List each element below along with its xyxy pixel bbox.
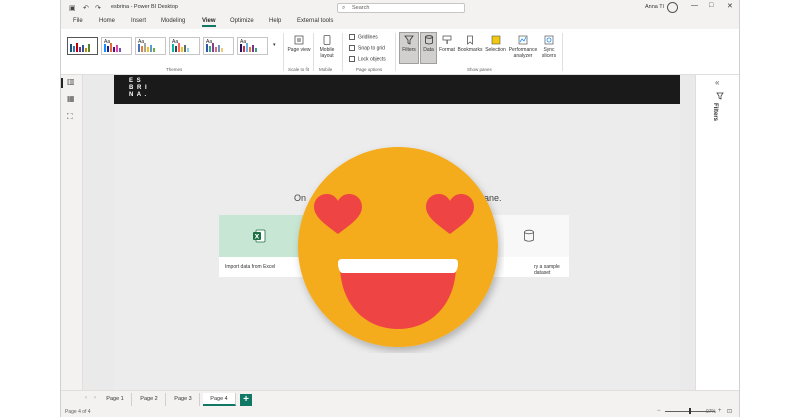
- selection-icon: [491, 35, 500, 45]
- menu-insert[interactable]: Insert: [131, 18, 146, 24]
- expand-pane-icon[interactable]: «: [715, 78, 719, 87]
- show-panes-group-label: Show panes: [467, 67, 492, 72]
- maximize-button[interactable]: □: [709, 2, 713, 9]
- page-view-icon: [294, 35, 304, 45]
- avatar[interactable]: [667, 2, 678, 13]
- table-view-icon[interactable]: ▦: [67, 94, 75, 103]
- sample-dataset-label: ry a sample dataset: [534, 264, 560, 276]
- theme-tile-4[interactable]: Aa: [169, 37, 200, 55]
- zoom-out-icon[interactable]: −: [657, 408, 661, 414]
- tab-page-1[interactable]: Page 1: [99, 393, 132, 406]
- window-title: esbrina - Power BI Desktop: [111, 4, 178, 10]
- sync-slicers-icon: [544, 35, 554, 45]
- redo-icon[interactable]: ↷: [95, 4, 101, 12]
- page-view-button[interactable]: Page view: [287, 35, 311, 53]
- scale-group-label: Scale to fit: [288, 67, 310, 72]
- ribbon: Aa Aa Aa Aa Aa ▾ Themes Page view Scale …: [61, 29, 739, 75]
- mobile-icon: [323, 35, 331, 45]
- status-bar: Page 4 of 4 − + 97% ⊡: [61, 407, 739, 417]
- tab-page-3[interactable]: Page 3: [167, 393, 200, 406]
- emoji-teeth: [338, 259, 458, 273]
- filters-pane-collapsed[interactable]: « Filters: [695, 75, 739, 405]
- search-icon: ⌕: [342, 5, 346, 11]
- user-name: Anna Tí: [645, 4, 665, 10]
- mobile-layout-button[interactable]: Mobile layout: [316, 35, 338, 59]
- filters-pane-label: Filters: [712, 103, 718, 122]
- menu-external-tools[interactable]: External tools: [297, 18, 333, 24]
- model-view-icon[interactable]: ⛶: [67, 112, 73, 122]
- format-pane-button[interactable]: Format: [438, 35, 456, 53]
- import-excel-label: Import data from Excel: [225, 264, 276, 270]
- prev-page-icon[interactable]: ‹: [85, 395, 87, 401]
- menu-modeling[interactable]: Modeling: [161, 18, 185, 24]
- snap-to-grid-checkbox[interactable]: Snap to grid: [349, 45, 385, 51]
- excel-icon: X: [253, 229, 266, 243]
- search-placeholder: Search: [352, 5, 370, 11]
- add-page-button[interactable]: +: [240, 394, 252, 406]
- report-view-icon[interactable]: ▥: [67, 77, 75, 86]
- heart-eyes-emoji: [298, 147, 498, 347]
- mobile-group-label: Mobile: [319, 67, 333, 72]
- sync-slicers-button[interactable]: Sync slicers: [539, 35, 559, 59]
- next-page-icon[interactable]: ›: [94, 395, 96, 401]
- database-icon: [424, 35, 433, 45]
- themes-group-label: Themes: [166, 67, 183, 72]
- undo-icon[interactable]: ↶: [83, 4, 89, 12]
- page-view-label: Page view: [287, 47, 311, 53]
- svg-text:X: X: [255, 234, 260, 241]
- filters-pane-button[interactable]: Filters: [399, 35, 419, 53]
- zoom-level: 97%: [706, 409, 717, 415]
- zoom-in-icon[interactable]: +: [718, 408, 722, 414]
- page-tabs: ‹ › Page 1 Page 2 Page 3 Page 4 +: [61, 390, 739, 407]
- mobile-layout-label: Mobile layout: [319, 47, 335, 59]
- minimize-button[interactable]: —: [691, 2, 698, 9]
- theme-tile-6[interactable]: Aa: [237, 37, 268, 55]
- menu-view[interactable]: View: [202, 18, 216, 27]
- filter-icon: [716, 92, 724, 100]
- format-paint-icon: [442, 35, 452, 44]
- lock-objects-checkbox[interactable]: Lock objects: [349, 56, 386, 62]
- data-pane-button[interactable]: Data: [420, 35, 437, 53]
- tab-page-4[interactable]: Page 4: [203, 393, 236, 406]
- theme-tile-2[interactable]: Aa: [101, 37, 132, 55]
- themes-expand-icon[interactable]: ▾: [273, 42, 276, 48]
- bookmarks-pane-button[interactable]: Bookmarks: [457, 35, 483, 53]
- fit-page-icon[interactable]: ⊡: [727, 408, 732, 415]
- title-bar: ▣ ↶ ↷ esbrina - Power BI Desktop ⌕ Searc…: [61, 0, 739, 16]
- search-input[interactable]: ⌕ Search: [337, 3, 465, 13]
- filter-icon: [404, 35, 414, 45]
- performance-analyzer-button[interactable]: Performance analyzer: [508, 35, 538, 59]
- esbrina-logo: E S B R I N A .: [129, 78, 148, 98]
- save-icon[interactable]: ▣: [69, 4, 76, 12]
- report-banner: E S B R I N A .: [114, 75, 680, 104]
- view-switcher: ▥ ▦ ⛶: [61, 75, 83, 405]
- menu-help[interactable]: Help: [269, 18, 281, 24]
- page-indicator: Page 4 of 4: [65, 409, 91, 415]
- tab-page-2[interactable]: Page 2: [133, 393, 166, 406]
- menu-file[interactable]: File: [73, 18, 83, 24]
- selection-pane-button[interactable]: Selection: [484, 35, 507, 53]
- close-button[interactable]: ✕: [727, 2, 733, 10]
- theme-tile-5[interactable]: Aa: [203, 37, 234, 55]
- zoom-slider-thumb[interactable]: [689, 408, 691, 414]
- menu-bar: File Home Insert Modeling View Optimize …: [61, 16, 739, 28]
- dataset-icon: [524, 229, 534, 242]
- page-options-group-label: Page options: [356, 67, 383, 72]
- bookmark-icon: [467, 35, 473, 45]
- theme-tile-1[interactable]: [67, 37, 98, 55]
- menu-home[interactable]: Home: [99, 18, 115, 24]
- performance-icon: [518, 35, 528, 45]
- theme-tile-3[interactable]: Aa: [135, 37, 166, 55]
- gridlines-checkbox[interactable]: Gridlines: [349, 34, 378, 40]
- menu-optimize[interactable]: Optimize: [230, 18, 254, 24]
